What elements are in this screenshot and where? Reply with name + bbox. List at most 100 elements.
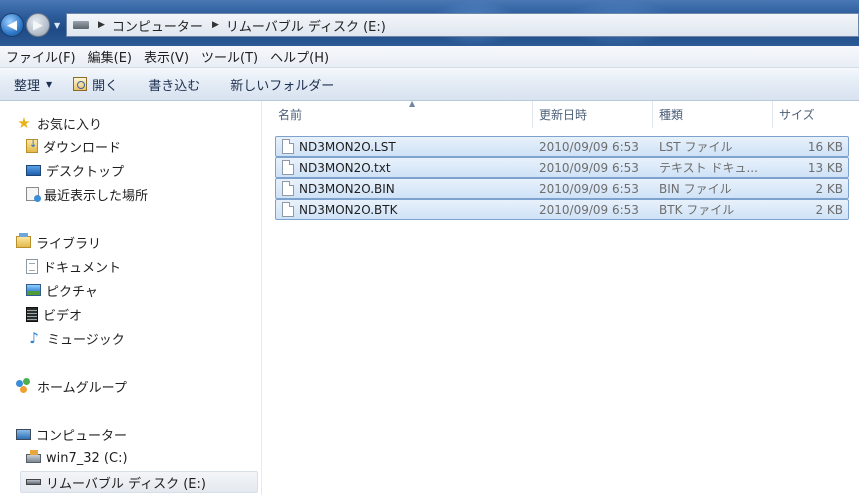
nav-desktop-label: デスクトップ <box>46 164 125 180</box>
new-folder-label: 新しいフォルダー <box>230 78 335 94</box>
file-date: 2010/09/09 6:53 <box>539 160 639 175</box>
nav-recent-label: 最近表示した場所 <box>44 188 149 204</box>
address-bar-area: ◀ ▶ ▼ ▶ コンピューター ▶ リムーバブル ディスク (E:) <box>0 0 859 46</box>
menu-tools[interactable]: ツール(T) <box>195 47 264 66</box>
file-row[interactable]: ND3MON2O.BIN 2010/09/09 6:53 BIN ファイル 2 … <box>275 178 849 199</box>
nav-music-label: ミュージック <box>47 332 125 348</box>
nav-documents[interactable]: ドキュメント <box>26 255 121 277</box>
nav-favorites[interactable]: ★ お気に入り <box>16 112 102 134</box>
open-button[interactable]: 開く <box>66 72 125 96</box>
nav-pictures-label: ピクチャ <box>46 284 98 300</box>
downloads-folder-icon <box>26 139 38 153</box>
navigation-pane: ★ お気に入り ダウンロード デスクトップ 最近表示した場所 ライブラリ ドキュ… <box>0 101 262 495</box>
column-header-size-label: サイズ <box>779 108 815 122</box>
nav-videos[interactable]: ビデオ <box>26 303 82 325</box>
column-header-date[interactable]: 更新日時 <box>533 101 653 128</box>
nav-videos-label: ビデオ <box>43 308 83 324</box>
star-icon: ★ <box>17 114 31 132</box>
file-date: 2010/09/09 6:53 <box>539 181 639 196</box>
menu-edit[interactable]: 編集(E) <box>82 47 138 66</box>
file-name: ND3MON2O.LST <box>299 139 396 154</box>
nav-drive-e[interactable]: リムーバブル ディスク (E:) <box>20 471 258 493</box>
nav-music[interactable]: ♪ ミュージック <box>26 327 125 349</box>
file-type: テキスト ドキュ... <box>659 161 758 175</box>
file-row[interactable]: ND3MON2O.LST 2010/09/09 6:53 LST ファイル 16… <box>275 136 849 157</box>
nav-downloads[interactable]: ダウンロード <box>26 135 121 157</box>
menu-file[interactable]: ファイル(F) <box>0 47 82 66</box>
column-header-name[interactable]: ▲ 名前 <box>275 99 533 128</box>
column-header-size[interactable]: サイズ <box>773 101 849 128</box>
nav-computer[interactable]: コンピューター <box>16 423 127 445</box>
drive-icon <box>73 21 89 29</box>
library-icon <box>16 233 31 248</box>
file-icon <box>282 160 294 175</box>
nav-downloads-label: ダウンロード <box>43 140 122 156</box>
command-bar: 整理 ▼ 開く 書き込む 新しいフォルダー <box>0 68 859 101</box>
new-folder-button[interactable]: 新しいフォルダー <box>223 72 341 96</box>
organize-button[interactable]: 整理 ▼ <box>7 72 59 96</box>
nav-documents-label: ドキュメント <box>43 260 122 276</box>
file-type: BIN ファイル <box>659 182 732 196</box>
chevron-right-icon[interactable]: ▶ <box>98 20 105 30</box>
video-icon <box>26 306 38 322</box>
chevron-down-icon: ▼ <box>46 79 53 89</box>
file-icon <box>282 202 294 217</box>
file-size: 16 KB <box>807 139 843 154</box>
breadcrumb-item-computer[interactable]: コンピューター <box>112 16 203 35</box>
computer-icon <box>16 428 31 440</box>
nav-libraries-label: ライブラリ <box>36 236 102 252</box>
forward-button[interactable]: ▶ <box>26 13 50 37</box>
file-date: 2010/09/09 6:53 <box>539 139 639 154</box>
desktop-icon <box>26 164 41 176</box>
documents-icon <box>26 258 38 274</box>
file-name: ND3MON2O.txt <box>299 160 391 175</box>
removable-disk-icon <box>26 479 41 485</box>
recent-places-icon <box>26 187 41 202</box>
nav-computer-label: コンピューター <box>36 428 128 444</box>
homegroup-icon <box>16 378 32 394</box>
sort-ascending-icon: ▲ <box>409 99 416 108</box>
file-row[interactable]: ND3MON2O.txt 2010/09/09 6:53 テキスト ドキュ...… <box>275 157 849 178</box>
back-button[interactable]: ◀ <box>0 13 24 37</box>
open-label: 開く <box>92 78 119 94</box>
file-type: LST ファイル <box>659 140 733 154</box>
menu-bar: ファイル(F) 編集(E) 表示(V) ツール(T) ヘルプ(H) <box>0 46 859 68</box>
burn-label: 書き込む <box>148 78 201 94</box>
nav-recent-places[interactable]: 最近表示した場所 <box>26 183 148 205</box>
arrow-left-icon: ◀ <box>7 17 17 33</box>
breadcrumb-item-removable-disk[interactable]: リムーバブル ディスク (E:) <box>226 16 386 35</box>
menu-view[interactable]: 表示(V) <box>138 47 195 66</box>
hard-drive-icon <box>26 449 41 463</box>
organize-label: 整理 <box>14 78 41 94</box>
recent-pages-dropdown[interactable]: ▼ <box>54 21 64 31</box>
column-header-name-label: 名前 <box>278 108 303 122</box>
file-name: ND3MON2O.BIN <box>299 181 395 196</box>
nav-drive-e-label: リムーバブル ディスク (E:) <box>46 476 206 492</box>
column-header-type-label: 種類 <box>659 108 684 122</box>
column-header-type[interactable]: 種類 <box>653 101 773 128</box>
file-name: ND3MON2O.BTK <box>299 202 398 217</box>
nav-homegroup-label: ホームグループ <box>37 380 127 396</box>
file-row[interactable]: ND3MON2O.BTK 2010/09/09 6:53 BTK ファイル 2 … <box>275 199 849 220</box>
file-list-pane: ▲ 名前 更新日時 種類 サイズ ND3MON2O.LST 2010/09/09… <box>263 99 859 495</box>
menu-help[interactable]: ヘルプ(H) <box>264 47 335 66</box>
nav-libraries[interactable]: ライブラリ <box>16 231 101 253</box>
chevron-right-icon[interactable]: ▶ <box>212 20 219 30</box>
breadcrumb[interactable]: ▶ コンピューター ▶ リムーバブル ディスク (E:) <box>66 13 859 37</box>
nav-desktop[interactable]: デスクトップ <box>26 159 124 181</box>
column-header-date-label: 更新日時 <box>539 108 588 122</box>
file-icon <box>282 181 294 196</box>
file-type: BTK ファイル <box>659 203 735 217</box>
nav-homegroup[interactable]: ホームグループ <box>16 375 127 397</box>
arrow-right-icon: ▶ <box>33 17 43 33</box>
file-date: 2010/09/09 6:53 <box>539 202 639 217</box>
open-icon <box>73 77 88 91</box>
nav-drive-c-label: win7_32 (C:) <box>46 450 128 466</box>
music-note-icon: ♪ <box>29 329 39 347</box>
nav-pictures[interactable]: ピクチャ <box>26 279 98 301</box>
file-size: 2 KB <box>815 181 843 196</box>
nav-favorites-label: お気に入り <box>37 117 103 133</box>
burn-button[interactable]: 書き込む <box>141 72 207 96</box>
file-icon <box>282 139 294 154</box>
nav-drive-c[interactable]: win7_32 (C:) <box>26 447 128 469</box>
